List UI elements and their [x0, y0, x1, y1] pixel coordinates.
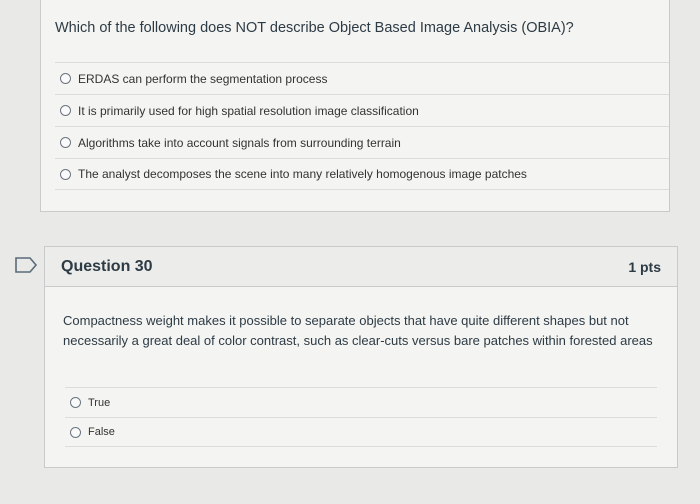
radio-button[interactable] — [70, 397, 81, 408]
radio-button[interactable] — [60, 137, 71, 148]
answer-label: It is primarily used for high spatial re… — [78, 103, 419, 118]
question-title: Question 30 — [61, 257, 153, 275]
answer-label: False — [88, 426, 115, 438]
question-header: Question 30 1 pts — [45, 247, 677, 287]
answer-option-true[interactable]: True — [65, 387, 657, 417]
answer-option-false[interactable]: False — [65, 417, 657, 447]
flag-question-icon[interactable] — [14, 256, 38, 274]
question-points: 1 pts — [628, 258, 661, 275]
radio-button[interactable] — [70, 426, 81, 438]
answer-label: The analyst decomposes the scene into ma… — [78, 167, 527, 181]
answer-label: Algorithms take into account signals fro… — [78, 135, 401, 150]
radio-button[interactable] — [60, 73, 71, 84]
answer-option[interactable]: Algorithms take into account signals fro… — [55, 126, 669, 158]
answer-label: ERDAS can perform the segmentation proce… — [78, 71, 328, 86]
answer-label: True — [88, 396, 111, 409]
answer-option[interactable]: It is primarily used for high spatial re… — [55, 94, 669, 126]
question-29-card: Which of the following does NOT describe… — [40, 0, 670, 212]
radio-button[interactable] — [60, 105, 71, 116]
question-30-card: Question 30 1 pts Compactness weight mak… — [44, 246, 678, 468]
answer-option[interactable]: ERDAS can perform the segmentation proce… — [55, 62, 669, 94]
question-30-answers: True False — [65, 387, 657, 447]
question-29-answers: ERDAS can perform the segmentation proce… — [55, 62, 669, 190]
question-30-text: Compactness weight makes it possible to … — [63, 313, 653, 348]
radio-button[interactable] — [60, 168, 71, 180]
question-29-text: Which of the following does NOT describe… — [55, 20, 574, 36]
answer-option[interactable]: The analyst decomposes the scene into ma… — [55, 158, 669, 190]
